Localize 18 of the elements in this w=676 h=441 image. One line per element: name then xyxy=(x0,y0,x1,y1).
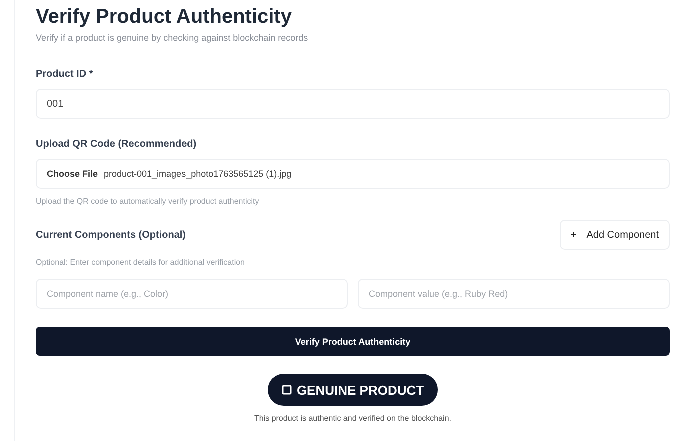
component-name-field[interactable]: Component name (e.g., Color) xyxy=(36,279,348,309)
page-title: Verify Product Authenticity xyxy=(36,6,293,29)
page-subtitle: Verify if a product is genuine by checking against blockchain records xyxy=(36,33,310,43)
field-label: Product ID * xyxy=(36,69,94,80)
verify-button[interactable]: Verify Product Authenticity xyxy=(36,327,670,356)
file-upload-field[interactable]: Choose File product-001_images_photo1763565125 (1).jpg xyxy=(36,159,670,189)
components-hint: Optional: Enter component details for additional verification xyxy=(36,258,246,267)
field-label: Upload QR Code (Recommended) xyxy=(36,139,198,150)
file-name: product-001_images_photo1763565125 (1).jpg xyxy=(104,169,292,179)
genuine-badge: GENUINE PRODUCT xyxy=(268,374,438,406)
field-label: Current Components (Optional) xyxy=(36,230,186,240)
add-component-button[interactable]: + Add Component xyxy=(560,220,670,250)
upload-hint: Upload the QR code to automatically verify product authenticity xyxy=(36,197,260,206)
product-id-field[interactable]: 001 xyxy=(36,89,670,119)
square-icon xyxy=(282,385,292,395)
component-value-field[interactable]: Component value (e.g., Ruby Red) xyxy=(358,279,670,309)
choose-file-button[interactable]: Choose File xyxy=(47,169,98,179)
result-message: This product is authentic and verified on the blockchain. xyxy=(254,414,452,423)
